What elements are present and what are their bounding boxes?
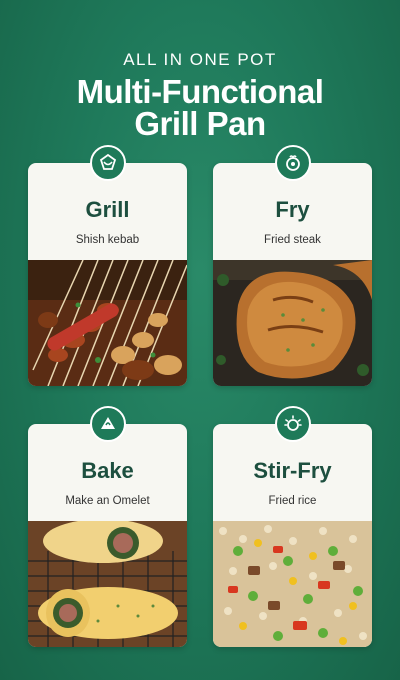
card-bake: Bake Make an Omelet xyxy=(28,424,187,647)
card-title: Stir-Fry xyxy=(253,458,332,483)
header: ALL IN ONE POT Multi-Functional Grill Pa… xyxy=(0,48,400,140)
card-title: Fry xyxy=(275,197,310,222)
eyebrow-text: ALL IN ONE POT xyxy=(123,50,277,69)
omelet-photo xyxy=(28,521,187,647)
card-fry: Fry Fried steak xyxy=(213,163,372,386)
card-stir-fry: Stir-Fry Fried rice xyxy=(213,424,372,647)
card-title: Grill xyxy=(85,197,130,222)
card-subtitle: Shish kebab xyxy=(75,234,140,246)
card-grill: Grill Shish kebab xyxy=(28,163,187,386)
page-title: Multi-Functional Grill Pan xyxy=(0,75,400,142)
bake-icon xyxy=(90,406,126,442)
title-line-2: Grill Pan xyxy=(134,105,266,142)
card-subtitle: Fried rice xyxy=(268,495,317,507)
stir-fry-icon xyxy=(275,406,311,442)
kebab-photo xyxy=(28,260,187,386)
card-subtitle: Fried steak xyxy=(264,234,321,246)
fried-rice-photo xyxy=(213,521,372,647)
card-title: Bake xyxy=(81,458,134,483)
grill-icon xyxy=(90,145,126,181)
fry-icon xyxy=(275,145,311,181)
steak-photo xyxy=(213,260,372,386)
card-subtitle: Make an Omelet xyxy=(65,495,150,507)
